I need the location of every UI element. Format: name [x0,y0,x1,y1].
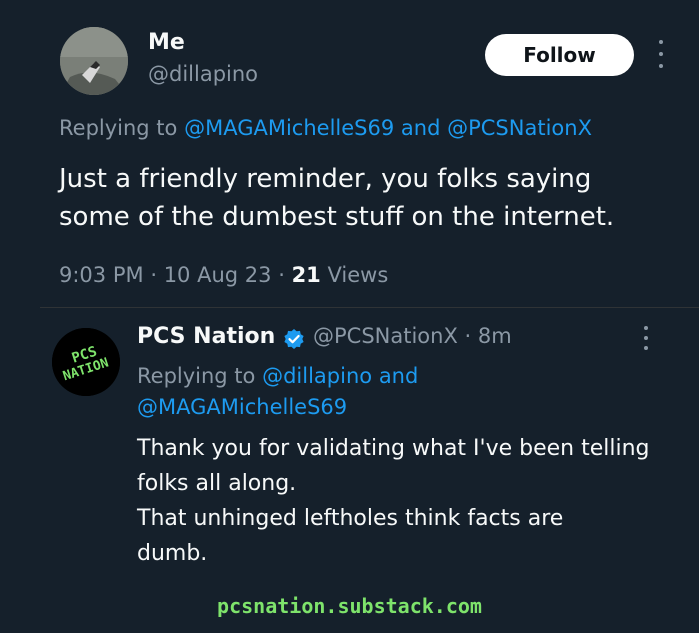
tweet-text-line: Just a friendly reminder, you folks sayi… [59,164,592,194]
tweet-meta: 9:03 PM · 10 Aug 23 · 21 Views [59,263,388,287]
author-avatar[interactable] [60,27,128,95]
reply-text-line: dumb. [137,541,208,566]
views-label: Views [327,263,389,287]
divider [40,307,699,308]
mention-link[interactable]: @MAGAMichelleS69 [184,116,394,140]
views-count: 21 [291,263,321,287]
reply-age[interactable]: 8m [478,324,512,348]
reply-text-line: Thank you for validating what I've been … [137,436,650,461]
more-vertical-icon[interactable] [655,40,667,68]
watermark: pcsnation.substack.com [217,594,482,618]
replying-prefix: Replying to [137,364,256,388]
replying-conjunction: and [400,116,441,140]
reply-author-display-name[interactable]: PCS Nation [137,324,275,349]
separator-dot: · [464,324,472,348]
follow-button[interactable]: Follow [485,34,634,76]
mention-link[interactable]: @PCSNationX [447,116,592,140]
more-vertical-icon[interactable] [640,326,652,350]
reply-text: Thank you for validating what I've been … [137,431,677,571]
tweet-time[interactable]: 9:03 PM [59,263,144,287]
author-display-name[interactable]: Me [148,30,185,55]
avatar-photo [60,27,128,95]
tweet-text-line: some of the dumbest stuff on the interne… [59,202,615,232]
separator-dot: · [278,263,285,287]
reply-replying-to-line: Replying to @dillapino and @MAGAMichelle… [137,361,497,423]
mention-link[interactable]: @dillapino [262,364,372,388]
reply-author-meta: @PCSNationX · 8m [313,324,512,348]
tweet-date[interactable]: 10 Aug 23 [164,263,272,287]
author-handle[interactable]: @dillapino [148,62,258,86]
mention-link[interactable]: @MAGAMichelleS69 [137,395,347,419]
separator-dot: · [150,263,157,287]
replying-conjunction: and [378,364,419,388]
tweet-text: Just a friendly reminder, you folks sayi… [59,160,679,236]
reply-author-avatar[interactable]: PCS NATION [52,328,120,396]
reply-author-handle[interactable]: @PCSNationX [313,324,458,348]
pcs-nation-logo: PCS NATION [52,328,120,396]
verified-badge-icon [284,329,304,349]
replying-prefix: Replying to [59,116,178,140]
replying-to-line: Replying to @MAGAMichelleS69 and @PCSNat… [59,116,592,140]
reply-text-line: That unhinged leftholes think facts are [137,506,564,531]
reply-text-line: folks all along. [137,471,297,496]
